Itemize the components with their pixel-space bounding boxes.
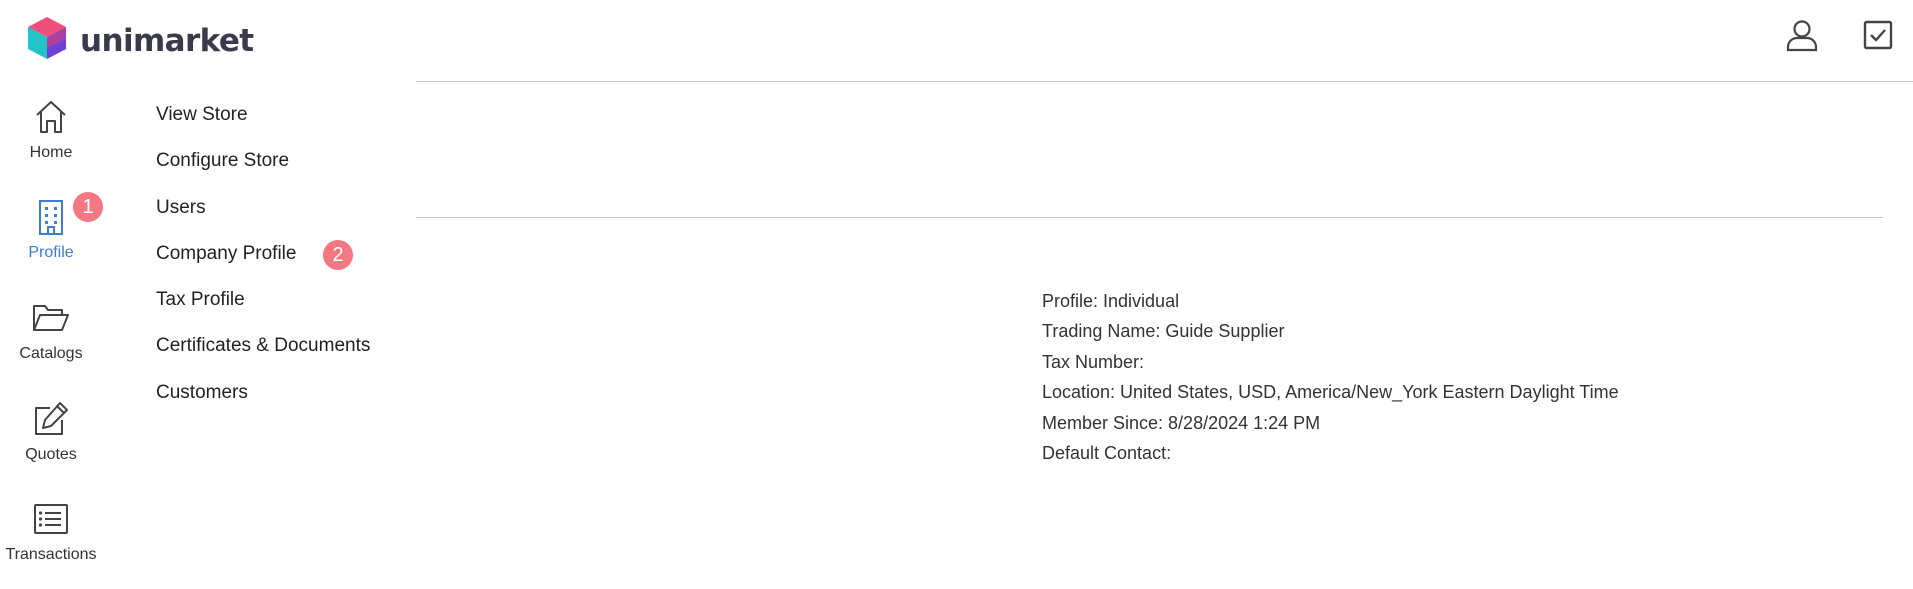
submenu-item-configure-store[interactable]: Configure Store xyxy=(156,149,289,173)
unimarket-logo[interactable]: unimarket xyxy=(26,15,254,66)
nav-quotes[interactable]: Quotes xyxy=(0,397,102,477)
list-icon xyxy=(33,497,69,541)
building-icon xyxy=(36,195,66,239)
submenu-item-customers[interactable]: Customers xyxy=(156,381,248,405)
company-details: Profile: Individual Trading Name: Guide … xyxy=(1042,286,1619,468)
submenu-item-tax-profile[interactable]: Tax Profile xyxy=(156,288,245,312)
detail-member-since: Member Since: 8/28/2024 1:24 PM xyxy=(1042,412,1321,433)
logo-wordmark: unimarket xyxy=(80,22,254,59)
user-profile-button[interactable] xyxy=(1782,18,1822,56)
step-badge-1: 1 xyxy=(73,192,103,222)
header-divider xyxy=(416,81,1913,82)
detail-tax-number: Tax Number: xyxy=(1042,351,1145,372)
nav-profile-label: Profile xyxy=(28,244,74,261)
nav-home-label: Home xyxy=(29,144,73,161)
nav-home[interactable]: Home xyxy=(0,95,102,175)
nav-transactions-label: Transactions xyxy=(5,546,97,563)
submenu-item-view-store[interactable]: View Store xyxy=(156,103,248,127)
submenu-item-users[interactable]: Users xyxy=(156,196,206,220)
user-icon xyxy=(1784,17,1820,58)
step-badge-2: 2 xyxy=(323,240,353,270)
submenu-item-certificates-documents[interactable]: Certificates & Documents xyxy=(156,334,370,358)
nav-catalogs-label: Catalogs xyxy=(19,345,83,362)
nav-catalogs[interactable]: Catalogs xyxy=(0,296,102,376)
nav-transactions[interactable]: Transactions xyxy=(0,497,102,577)
detail-default-contact: Default Contact: xyxy=(1042,443,1172,464)
detail-location: Location: United States, USD, America/Ne… xyxy=(1042,382,1619,403)
folder-icon xyxy=(31,296,71,340)
edit-icon xyxy=(32,397,70,441)
submenu-item-company-profile[interactable]: Company Profile xyxy=(156,242,296,266)
home-icon xyxy=(34,95,68,139)
tasks-button[interactable] xyxy=(1858,18,1898,56)
logo-cube-icon xyxy=(26,15,68,66)
detail-trading-name: Trading Name: Guide Supplier xyxy=(1042,321,1285,342)
nav-quotes-label: Quotes xyxy=(25,446,77,463)
detail-profile: Profile: Individual xyxy=(1042,291,1180,311)
checkbox-icon xyxy=(1862,19,1894,56)
content-divider xyxy=(416,217,1883,218)
